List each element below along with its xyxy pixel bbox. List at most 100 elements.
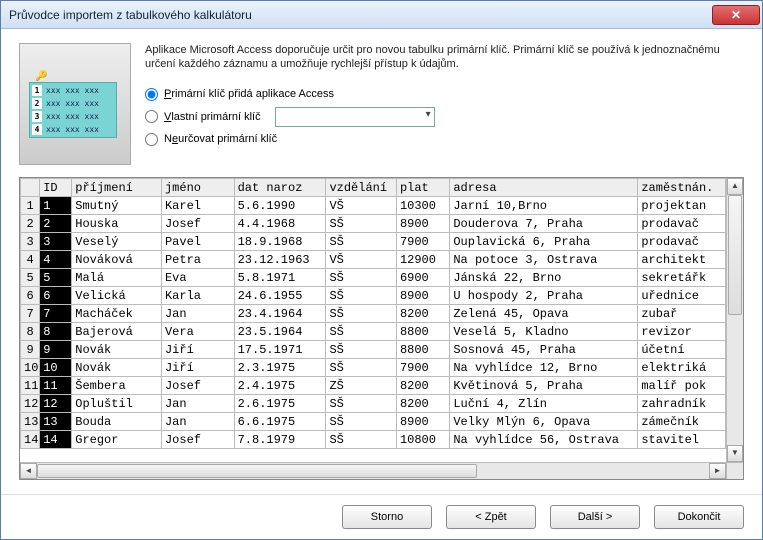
table-row[interactable]: 55MaláEva5.8.1971SŠ6900Jánská 22, Brnose… bbox=[21, 269, 726, 287]
cell-plat[interactable]: 8900 bbox=[396, 287, 449, 305]
cell-datnaroz[interactable]: 24.6.1955 bbox=[234, 287, 326, 305]
cell-id[interactable]: 10 bbox=[40, 359, 72, 377]
cell-prijmeni[interactable]: Šembera bbox=[72, 377, 162, 395]
cell-datnaroz[interactable]: 5.6.1990 bbox=[234, 197, 326, 215]
cell-datnaroz[interactable]: 17.5.1971 bbox=[234, 341, 326, 359]
cell-adresa[interactable]: Květinová 5, Praha bbox=[450, 377, 638, 395]
cell-vzdelani[interactable]: SŠ bbox=[326, 413, 397, 431]
radio-no-key-input[interactable] bbox=[145, 133, 158, 146]
cell-datnaroz[interactable]: 23.12.1963 bbox=[234, 251, 326, 269]
cell-jmeno[interactable]: Jiří bbox=[161, 359, 234, 377]
cell-adresa[interactable]: Veselá 5, Kladno bbox=[450, 323, 638, 341]
cell-plat[interactable]: 6900 bbox=[396, 269, 449, 287]
cancel-button[interactable]: Storno bbox=[342, 505, 432, 529]
scroll-down-icon[interactable]: ▼ bbox=[727, 445, 743, 462]
radio-own-key[interactable]: Vlastní primární klíč bbox=[145, 107, 744, 127]
table-row[interactable]: 1212OpluštilJan2.6.1975SŠ8200Luční 4, Zl… bbox=[21, 395, 726, 413]
next-button[interactable]: Další > bbox=[550, 505, 640, 529]
cell-plat[interactable]: 8900 bbox=[396, 413, 449, 431]
cell-jmeno[interactable]: Karla bbox=[161, 287, 234, 305]
cell-adresa[interactable]: Ouplavická 6, Praha bbox=[450, 233, 638, 251]
cell-id[interactable]: 1 bbox=[40, 197, 72, 215]
scroll-thumb-v[interactable] bbox=[728, 195, 742, 315]
cell-prijmeni[interactable]: Nováková bbox=[72, 251, 162, 269]
cell-datnaroz[interactable]: 6.6.1975 bbox=[234, 413, 326, 431]
cell-vzdelani[interactable]: SŠ bbox=[326, 323, 397, 341]
cell-adresa[interactable]: Na vyhlídce 56, Ostrava bbox=[450, 431, 638, 449]
cell-vzdelani[interactable]: SŠ bbox=[326, 269, 397, 287]
table-row[interactable]: 33VeselýPavel18.9.1968SŠ7900Ouplavická 6… bbox=[21, 233, 726, 251]
cell-jmeno[interactable]: Jan bbox=[161, 305, 234, 323]
cell-jmeno[interactable]: Josef bbox=[161, 215, 234, 233]
table-row[interactable]: 11SmutnýKarel5.6.1990VŠ10300Jarní 10,Brn… bbox=[21, 197, 726, 215]
cell-plat[interactable]: 7900 bbox=[396, 233, 449, 251]
table-row[interactable]: 44NovákováPetra23.12.1963VŠ12900Na potoc… bbox=[21, 251, 726, 269]
cell-id[interactable]: 5 bbox=[40, 269, 72, 287]
cell-plat[interactable]: 7900 bbox=[396, 359, 449, 377]
cell-id[interactable]: 3 bbox=[40, 233, 72, 251]
table-row[interactable]: 1010NovákJiří2.3.1975SŠ7900Na vyhlídce 1… bbox=[21, 359, 726, 377]
cell-vzdelani[interactable]: SŠ bbox=[326, 305, 397, 323]
table-row[interactable]: 1313BoudaJan6.6.1975SŠ8900Velky Mlýn 6, … bbox=[21, 413, 726, 431]
radio-no-key[interactable]: Neurčovat primární klíč bbox=[145, 133, 744, 146]
cell-datnaroz[interactable]: 5.8.1971 bbox=[234, 269, 326, 287]
cell-datnaroz[interactable]: 23.4.1964 bbox=[234, 305, 326, 323]
close-button[interactable]: ✕ bbox=[712, 5, 760, 25]
cell-zam[interactable]: sekretářk bbox=[638, 269, 726, 287]
horizontal-scrollbar[interactable]: ◄ ► bbox=[20, 462, 726, 479]
table-row[interactable]: 77MacháčekJan23.4.1964SŠ8200Zelená 45, O… bbox=[21, 305, 726, 323]
cell-prijmeni[interactable]: Opluštil bbox=[72, 395, 162, 413]
scroll-left-icon[interactable]: ◄ bbox=[20, 463, 37, 479]
cell-adresa[interactable]: Velky Mlýn 6, Opava bbox=[450, 413, 638, 431]
cell-id[interactable]: 14 bbox=[40, 431, 72, 449]
cell-plat[interactable]: 8800 bbox=[396, 323, 449, 341]
radio-own-key-input[interactable] bbox=[145, 110, 158, 123]
cell-zam[interactable]: zubař bbox=[638, 305, 726, 323]
cell-prijmeni[interactable]: Novák bbox=[72, 359, 162, 377]
cell-adresa[interactable]: Jarní 10,Brno bbox=[450, 197, 638, 215]
scroll-up-icon[interactable]: ▲ bbox=[727, 178, 743, 195]
cell-zam[interactable]: revizor bbox=[638, 323, 726, 341]
cell-zam[interactable]: účetní bbox=[638, 341, 726, 359]
cell-zam[interactable]: projektan bbox=[638, 197, 726, 215]
table-row[interactable]: 99NovákJiří17.5.1971SŠ8800Sosnová 45, Pr… bbox=[21, 341, 726, 359]
cell-prijmeni[interactable]: Velická bbox=[72, 287, 162, 305]
col-vzdelani[interactable]: vzdělání bbox=[326, 179, 397, 197]
cell-plat[interactable]: 8200 bbox=[396, 377, 449, 395]
col-zamestnani[interactable]: zaměstnán. bbox=[638, 179, 726, 197]
cell-plat[interactable]: 8900 bbox=[396, 215, 449, 233]
cell-vzdelani[interactable]: SŠ bbox=[326, 395, 397, 413]
cell-prijmeni[interactable]: Veselý bbox=[72, 233, 162, 251]
cell-vzdelani[interactable]: SŠ bbox=[326, 341, 397, 359]
cell-zam[interactable]: zámečník bbox=[638, 413, 726, 431]
cell-id[interactable]: 8 bbox=[40, 323, 72, 341]
col-adresa[interactable]: adresa bbox=[450, 179, 638, 197]
cell-plat[interactable]: 12900 bbox=[396, 251, 449, 269]
cell-id[interactable]: 7 bbox=[40, 305, 72, 323]
cell-adresa[interactable]: Na potoce 3, Ostrava bbox=[450, 251, 638, 269]
cell-zam[interactable]: prodavač bbox=[638, 233, 726, 251]
cell-id[interactable]: 2 bbox=[40, 215, 72, 233]
cell-datnaroz[interactable]: 2.6.1975 bbox=[234, 395, 326, 413]
cell-zam[interactable]: elektriká bbox=[638, 359, 726, 377]
cell-adresa[interactable]: Sosnová 45, Praha bbox=[450, 341, 638, 359]
primary-key-select[interactable] bbox=[275, 107, 435, 127]
cell-plat[interactable]: 10300 bbox=[396, 197, 449, 215]
cell-id[interactable]: 12 bbox=[40, 395, 72, 413]
cell-prijmeni[interactable]: Macháček bbox=[72, 305, 162, 323]
cell-vzdelani[interactable]: SŠ bbox=[326, 359, 397, 377]
cell-id[interactable]: 6 bbox=[40, 287, 72, 305]
cell-prijmeni[interactable]: Novák bbox=[72, 341, 162, 359]
cell-vzdelani[interactable]: SŠ bbox=[326, 431, 397, 449]
cell-jmeno[interactable]: Josef bbox=[161, 377, 234, 395]
radio-access-key[interactable]: Primární klíč přidá aplikace Access bbox=[145, 88, 744, 101]
cell-jmeno[interactable]: Petra bbox=[161, 251, 234, 269]
vertical-scrollbar[interactable]: ▲ ▼ bbox=[726, 178, 743, 462]
col-id[interactable]: ID bbox=[40, 179, 72, 197]
cell-jmeno[interactable]: Pavel bbox=[161, 233, 234, 251]
cell-prijmeni[interactable]: Bajerová bbox=[72, 323, 162, 341]
table-row[interactable]: 1414GregorJosef7.8.1979SŠ10800Na vyhlídc… bbox=[21, 431, 726, 449]
cell-vzdelani[interactable]: SŠ bbox=[326, 233, 397, 251]
cell-prijmeni[interactable]: Gregor bbox=[72, 431, 162, 449]
cell-adresa[interactable]: Na vyhlídce 12, Brno bbox=[450, 359, 638, 377]
